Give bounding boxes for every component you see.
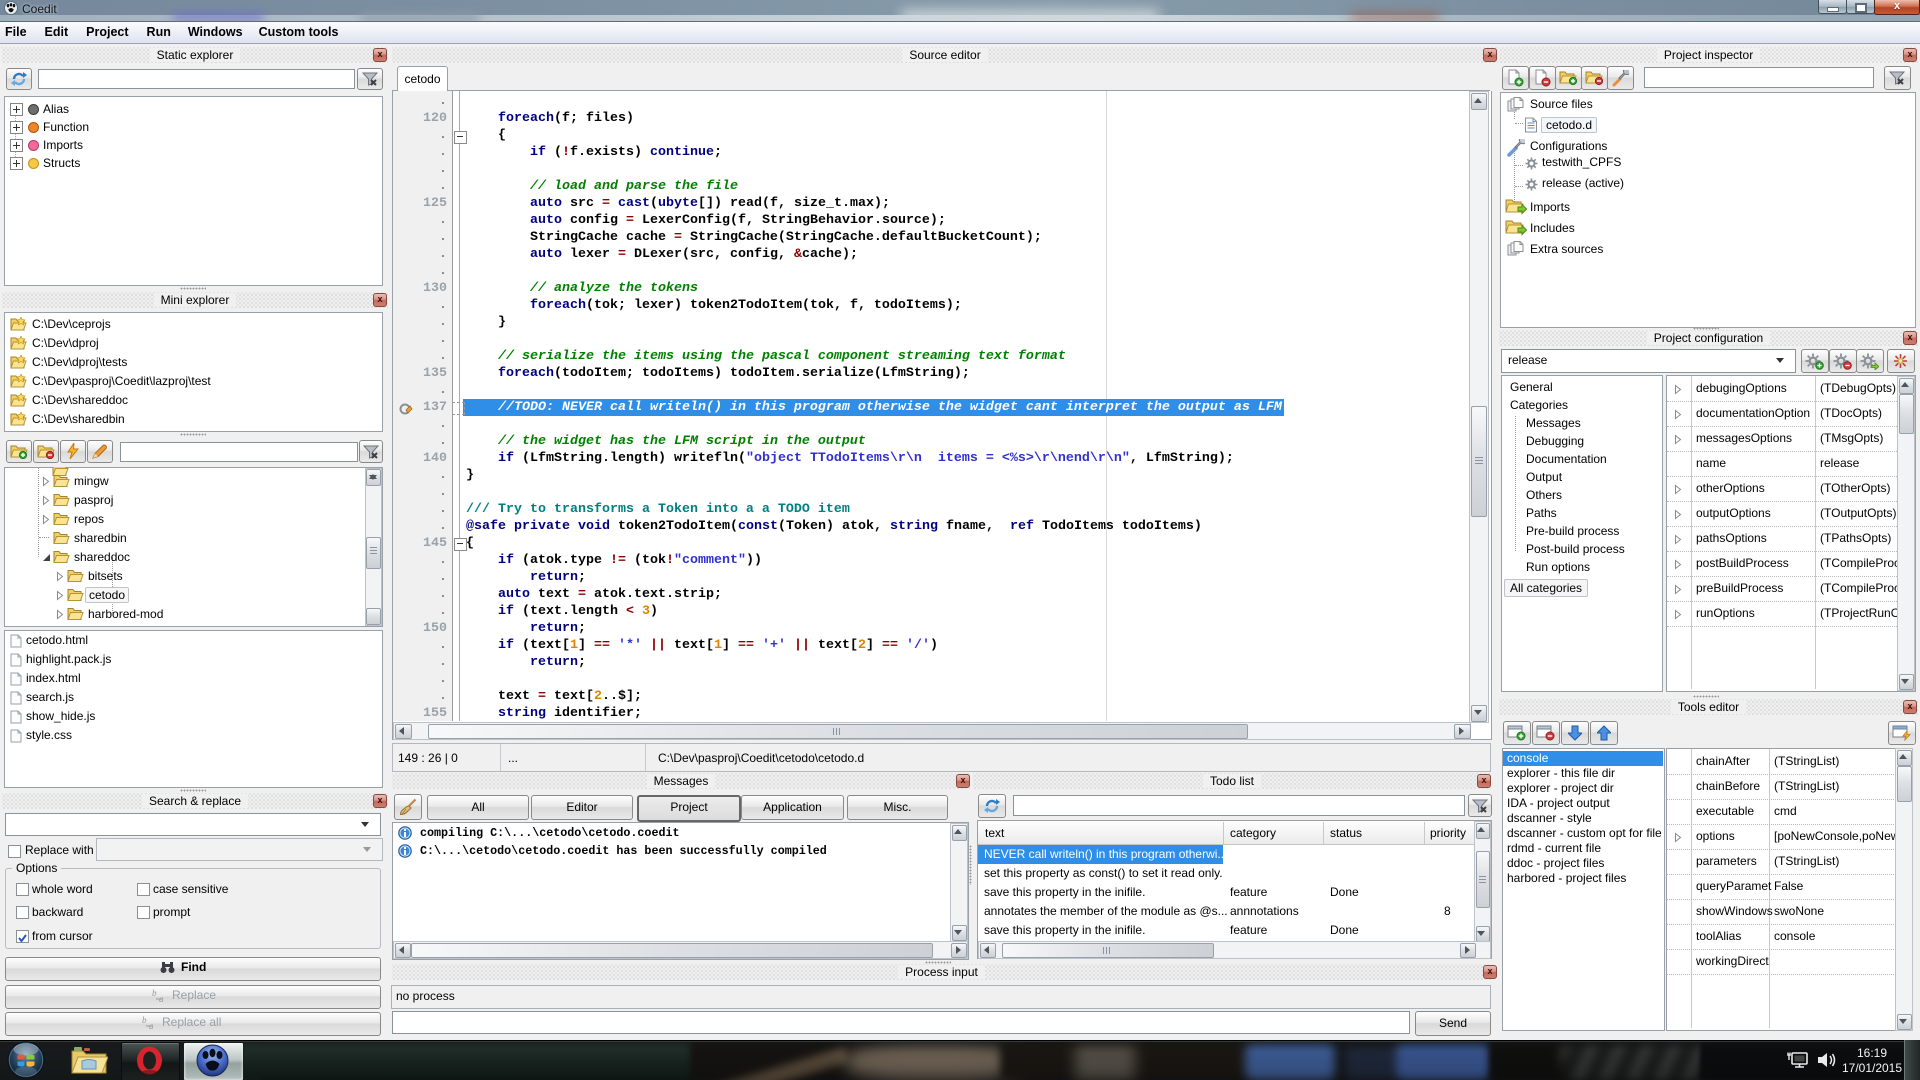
svg-text:b: b bbox=[142, 1015, 147, 1025]
svg-text:b: b bbox=[152, 988, 157, 998]
